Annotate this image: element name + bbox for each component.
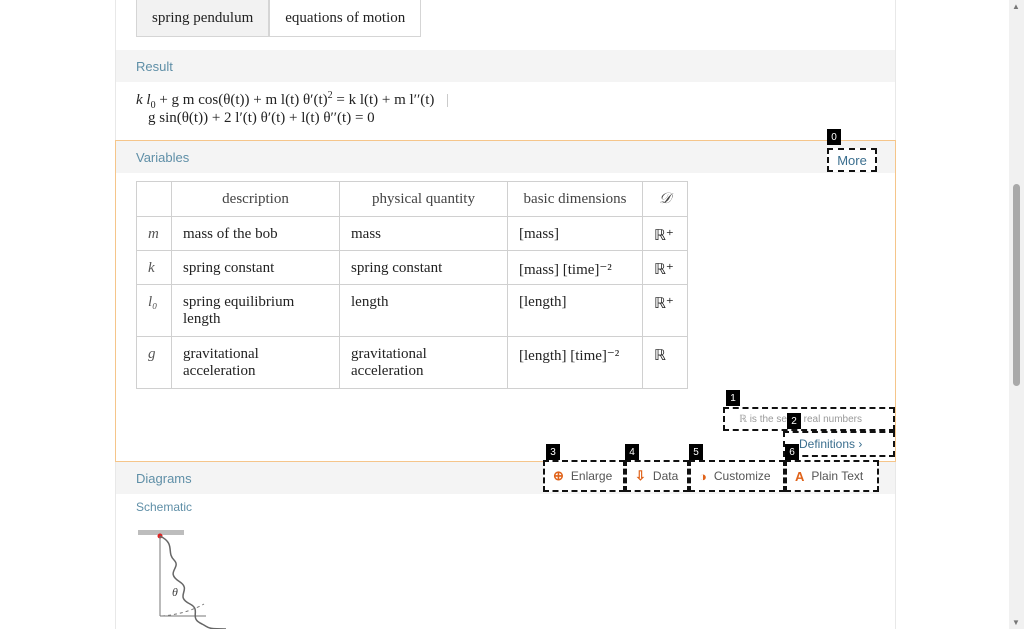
scroll-up-arrow-icon[interactable]: ▲ [1012,2,1020,11]
table-header-dimensions: basic dimensions [507,181,643,217]
badge-1: 1 [726,390,740,406]
input-chip-equations-of-motion[interactable]: equations of motion [269,0,422,37]
table-row: l₀ spring equilibrium length length [len… [136,284,688,337]
row-dimensions: [length] [time]⁻² [507,336,643,389]
input-chip-spring-pendulum[interactable]: spring pendulum [136,0,270,37]
table-header-quantity: physical quantity [339,181,508,217]
scroll-down-arrow-icon[interactable]: ▼ [1012,618,1020,627]
equation-2: g sin(θ(t)) + 2 l′(t) θ′(t) + l(t) θ′′(t… [148,110,375,126]
main-page: spring pendulum equations of motion Resu… [115,0,896,629]
equation-separator: | [446,92,450,108]
real-numbers-note[interactable]: ℝ is the set of real numbers [723,407,895,431]
row-domain: ℝ [642,336,688,389]
enlarge-button[interactable]: ⊕ Enlarge [543,460,625,492]
result-pod-header: Result [116,50,895,82]
row-dimensions: [length] [507,284,643,337]
angle-arc [161,603,205,617]
row-symbol: m [136,216,172,251]
diagrams-pod-title: Diagrams [136,470,192,486]
variables-table: description physical quantity basic dime… [136,181,688,389]
theta-label: θ [172,585,178,599]
text-icon: A [795,468,805,484]
eq1-part: k l [136,92,151,108]
row-domain: ℝ⁺ [642,216,688,251]
scroll-thumb[interactable] [1013,184,1020,386]
row-quantity: mass [339,216,508,251]
badge-5: 5 [689,444,703,460]
table-row: g gravitational acceleration gravitation… [136,336,688,389]
table-header-description: description [171,181,340,217]
more-button[interactable]: More [827,148,877,172]
table-header-domain: 𝒟 [642,181,688,217]
data-button[interactable]: ⇩ Data [625,460,689,492]
plain-text-button[interactable]: A Plain Text [785,460,879,492]
plain-text-label: Plain Text [811,469,864,483]
badge-4: 4 [625,444,639,460]
row-description: mass of the bob [171,216,340,251]
customize-label: Customize [713,469,771,483]
row-symbol: k [136,250,172,285]
eq1-part: + g m cos(θ(t)) + m l(t) θ′(t) [155,92,328,108]
spring-pendulum-schematic[interactable]: θ [136,526,236,629]
result-content: k l0 + g m cos(θ(t)) + m l(t) θ′(t)2 = k… [116,82,895,140]
eq1-part: = k l(t) + m l′′(t) [332,92,435,108]
table-row: m mass of the bob mass [mass] ℝ⁺ [136,216,688,251]
result-pod-title: Result [136,58,173,74]
row-quantity: gravitational acceleration [339,336,508,389]
data-label: Data [652,469,679,483]
zoom-in-icon: ⊕ [553,468,564,483]
table-header-symbol [136,181,172,217]
row-quantity: length [339,284,508,337]
input-strip: spring pendulum equations of motion [116,0,895,50]
row-symbol: l₀ [136,284,172,337]
badge-2: 2 [787,413,801,429]
input-chip-row: spring pendulum equations of motion [136,0,422,37]
row-quantity: spring constant [339,250,508,285]
row-description: spring equilibrium length [171,284,340,337]
definitions-link[interactable]: Definitions › [783,431,895,457]
download-icon: ⇩ [635,468,646,483]
table-row: k spring constant spring constant [mass]… [136,250,688,285]
row-symbol: g [136,336,172,389]
badge-3: 3 [546,444,560,460]
schematic-label: Schematic [136,500,193,514]
pod-toolbar: ⊕ Enlarge ⇩ Data ◑ Customize A Plain Tex… [543,460,879,492]
row-dimensions: [mass] [507,216,643,251]
row-description: spring constant [171,250,340,285]
row-description: gravitational acceleration [171,336,340,389]
variables-pod-title: Variables [136,149,190,165]
enlarge-label: Enlarge [570,469,613,483]
vertical-scrollbar[interactable]: ▲ ▼ [1009,0,1024,629]
row-dimensions: [mass] [time]⁻² [507,250,643,285]
row-domain: ℝ⁺ [642,284,688,337]
variables-pod-header: Variables [116,141,895,173]
badge-6: 6 [785,444,799,460]
table-header-row: description physical quantity basic dime… [136,181,688,217]
badge-0: 0 [827,129,841,145]
palette-icon: ◑ [699,468,707,484]
equation-1: k l0 + g m cos(θ(t)) + m l(t) θ′(t)2 = k… [136,90,449,111]
customize-button[interactable]: ◑ Customize [689,460,785,492]
row-domain: ℝ⁺ [642,250,688,285]
variables-pod: Variables More 0 description physical qu… [115,129,896,462]
